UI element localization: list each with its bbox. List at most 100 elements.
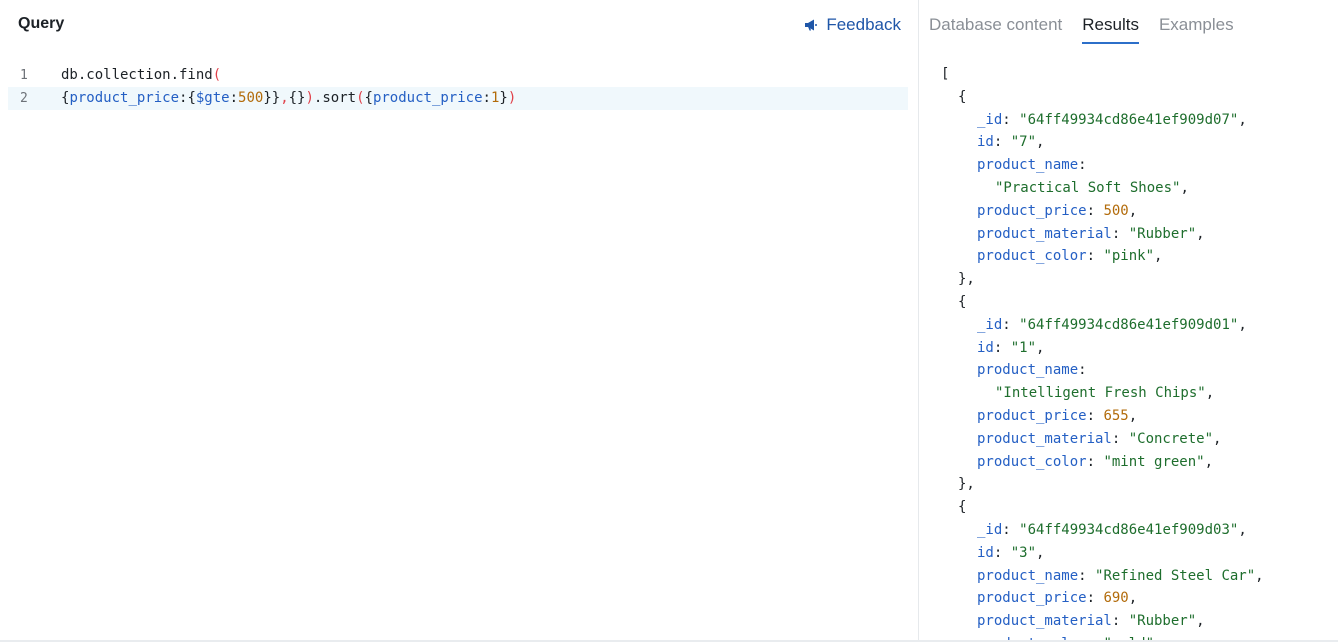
result-token: , (1036, 544, 1045, 561)
result-token: product_name (977, 362, 1079, 379)
result-line: }, (941, 268, 1264, 291)
result-line: product_name: "Refined Steel Car", (941, 565, 1264, 588)
result-token: product_material (977, 430, 1112, 447)
result-token: : (1078, 567, 1096, 584)
result-token: { (958, 499, 967, 516)
query-editor[interactable]: 1 db.collection.find( 2 {product_price:{$gt… (8, 64, 908, 110)
result-token: id (977, 134, 994, 151)
result-token: "64ff49934cd86e41ef909d01" (1019, 316, 1239, 333)
result-token: : (1078, 362, 1087, 379)
result-line: product_price: 500, (941, 200, 1264, 223)
tab-examples[interactable]: Examples (1159, 0, 1234, 42)
result-token: 655 (1103, 407, 1129, 424)
result-token: }, (958, 271, 975, 288)
result-token: product_material (977, 613, 1112, 630)
feedback-label: Feedback (826, 15, 901, 34)
result-token: , (1196, 613, 1205, 630)
line-number: 2 (20, 91, 28, 106)
result-token: "64ff49934cd86e41ef909d03" (1019, 521, 1239, 538)
result-token: "Rubber" (1128, 613, 1197, 630)
result-token: , (1238, 521, 1247, 538)
code-line[interactable]: 1 db.collection.find( (8, 64, 908, 87)
result-token: [ (941, 66, 950, 82)
result-token: , (1128, 407, 1138, 424)
result-token: { (958, 88, 967, 105)
result-token: _id (977, 316, 1003, 333)
result-line: { (941, 291, 1264, 314)
result-token: "1" (1010, 339, 1037, 356)
query-panel: Query Feedback 1 db.collection.find(2 {pro… (0, 0, 918, 642)
result-token: , (1213, 430, 1222, 447)
megaphone-icon (804, 18, 818, 32)
result-line: product_material: "Concrete", (941, 428, 1264, 451)
tab-results[interactable]: Results (1082, 0, 1139, 44)
result-token: "Refined Steel Car" (1095, 567, 1256, 584)
result-line: { (941, 496, 1264, 519)
result-token: product_price (977, 202, 1087, 219)
code-text: db.collection.find( (61, 64, 221, 87)
result-token: }, (958, 476, 975, 493)
code-token: }} (263, 90, 281, 106)
result-token: product_price (977, 407, 1087, 424)
result-line: product_color: "mint green", (941, 451, 1264, 474)
code-token: : (482, 90, 491, 106)
code-token: {} (288, 90, 306, 106)
result-token: , (1205, 385, 1215, 402)
code-token: :{ (179, 90, 196, 106)
result-token: { (958, 293, 967, 310)
result-token: _id (977, 521, 1003, 538)
result-line: id: "1", (941, 337, 1264, 360)
result-token: : (1086, 248, 1104, 265)
result-token: , (1196, 225, 1205, 242)
code-text: {product_price:{$gte:500}},{}).sort({pro… (61, 87, 516, 110)
code-token: : (229, 90, 239, 106)
result-token: , (1238, 316, 1247, 333)
result-token: product_name (977, 157, 1079, 174)
result-token: "Concrete" (1128, 430, 1214, 447)
result-token: , (1154, 248, 1163, 265)
result-line: id: "3", (941, 542, 1264, 565)
code-token: .sort (313, 90, 357, 106)
code-token: product_price (372, 90, 483, 106)
code-token: db.collection.find (61, 67, 213, 83)
result-token: id (977, 339, 994, 356)
result-line: product_price: 655, (941, 405, 1264, 428)
result-token: "Intelligent Fresh Chips" (995, 385, 1206, 402)
result-line: "Intelligent Fresh Chips", (941, 382, 1264, 405)
result-token: : (1002, 316, 1020, 333)
result-token: "mint green" (1103, 453, 1205, 470)
result-token: : (1111, 613, 1129, 630)
result-line: product_material: "Rubber", (941, 610, 1264, 633)
result-token: : (1111, 225, 1129, 242)
result-line: [ (941, 63, 1264, 86)
result-token: : (1002, 521, 1020, 538)
tab-database-content[interactable]: Database content (929, 0, 1062, 42)
result-line: product_material: "Rubber", (941, 223, 1264, 246)
result-token: , (1180, 179, 1189, 196)
result-token: : (1078, 157, 1087, 174)
result-token: product_price (977, 590, 1087, 607)
result-token: , (1036, 339, 1045, 356)
result-token: product_color (977, 453, 1087, 470)
result-line: _id: "64ff49934cd86e41ef909d01", (941, 314, 1264, 337)
code-token: , (280, 90, 289, 106)
feedback-button[interactable]: Feedback (804, 15, 901, 35)
code-token: product_price (69, 90, 180, 106)
result-token: : (1111, 430, 1129, 447)
result-token: product_name (977, 567, 1079, 584)
code-line[interactable]: 2 {product_price:{$gte:500}},{}).sort({pr… (8, 87, 908, 110)
result-token: , (1036, 134, 1045, 151)
result-token: 690 (1103, 590, 1129, 607)
result-token: _id (977, 111, 1003, 128)
code-token: 500 (238, 90, 264, 106)
result-token: , (1238, 111, 1247, 128)
result-token: "64ff49934cd86e41ef909d07" (1019, 111, 1239, 128)
result-token: product_color (977, 248, 1087, 265)
result-line: id: "7", (941, 131, 1264, 154)
code-token: } (499, 90, 508, 106)
result-token: , (1128, 590, 1138, 607)
result-line: _id: "64ff49934cd86e41ef909d07", (941, 109, 1264, 132)
result-token: "7" (1010, 134, 1037, 151)
result-token: , (1128, 202, 1138, 219)
code-token: ( (356, 90, 365, 106)
